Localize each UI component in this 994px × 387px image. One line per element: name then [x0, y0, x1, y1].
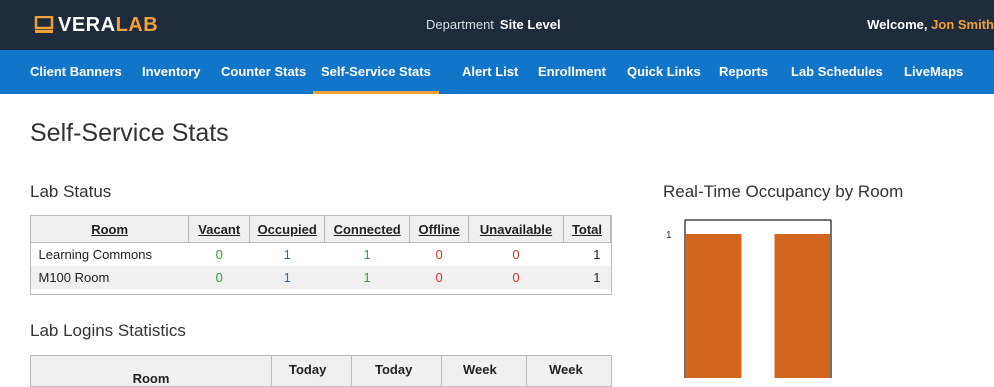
column-today-2[interactable]: Today	[375, 362, 412, 377]
column-occupied[interactable]: Occupied	[249, 215, 326, 243]
table-header-row: Room Vacant Occupied Connected Offline U…	[29, 215, 612, 243]
cell-unavailable: 0	[468, 242, 564, 266]
table-row: M100 Room 0 1 1 0 0 1	[30, 266, 611, 289]
cell-offline: 0	[409, 266, 469, 289]
occupancy-bar[interactable]	[774, 234, 830, 378]
cell-occupied: 1	[249, 266, 325, 289]
nav-reports[interactable]: Reports	[719, 50, 768, 94]
nav-quick-links[interactable]: Quick Links	[627, 50, 701, 94]
welcome-message: Welcome, Jon Smith	[867, 17, 994, 32]
lab-logins-title: Lab Logins Statistics	[30, 321, 186, 340]
nav-lab-schedules[interactable]: Lab Schedules	[791, 50, 883, 94]
veralab-logo[interactable]: VERALAB	[34, 13, 158, 37]
user-name-link[interactable]: Jon Smith	[931, 17, 994, 32]
welcome-label: Welcome,	[867, 17, 928, 32]
nav-self-service-stats[interactable]: Self-Service Stats	[313, 50, 439, 94]
cell-connected: 1	[324, 242, 410, 266]
column-week[interactable]: Week	[463, 362, 497, 377]
department-value: Site Level	[499, 17, 561, 32]
column-divider	[526, 356, 527, 386]
main-nav: Client Banners Inventory Counter Stats S…	[0, 50, 994, 94]
nav-client-banners[interactable]: Client Banners	[30, 50, 122, 94]
table-row: Learning Commons 0 1 1 0 0 1	[30, 242, 611, 266]
cell-unavailable: 0	[468, 266, 564, 289]
monitor-icon	[34, 15, 54, 34]
cell-vacant: 0	[188, 242, 250, 266]
top-bar: VERALAB Department Site Level Welcome, Jo…	[0, 0, 994, 50]
lab-status-table: Room Vacant Occupied Connected Offline U…	[29, 215, 612, 289]
occupancy-chart: 1	[666, 219, 832, 378]
column-week-2[interactable]: Week	[549, 362, 583, 377]
cell-vacant: 0	[188, 266, 250, 289]
occupancy-bar[interactable]	[686, 234, 742, 378]
nav-livemaps[interactable]: LiveMaps	[904, 50, 963, 94]
cell-occupied: 1	[249, 242, 325, 266]
column-room[interactable]: Room	[29, 215, 190, 243]
y-tick-label: 1	[666, 230, 672, 241]
cell-room: Learning Commons	[30, 242, 189, 266]
occupancy-chart-title: Real-Time Occupancy by Room	[663, 182, 904, 201]
department-label: Department	[426, 17, 494, 32]
column-total[interactable]: Total	[562, 215, 612, 243]
column-offline[interactable]: Offline	[409, 215, 470, 243]
cell-room: M100 Room	[30, 266, 189, 289]
nav-alert-list[interactable]: Alert List	[462, 50, 518, 94]
column-today[interactable]: Today	[289, 362, 326, 377]
nav-counter-stats[interactable]: Counter Stats	[221, 50, 306, 94]
column-divider	[271, 356, 272, 386]
cell-connected: 1	[324, 266, 410, 289]
page-title: Self-Service Stats	[30, 119, 229, 147]
column-unavailable[interactable]: Unavailable	[468, 215, 564, 243]
lab-status-title: Lab Status	[30, 182, 112, 201]
nav-inventory[interactable]: Inventory	[142, 50, 201, 94]
column-divider	[441, 356, 442, 386]
column-vacant[interactable]: Vacant	[188, 215, 251, 243]
nav-enrollment[interactable]: Enrollment	[538, 50, 606, 94]
department-indicator[interactable]: Department Site Level	[426, 17, 561, 32]
cell-offline: 0	[409, 242, 469, 266]
cell-total: 1	[563, 266, 611, 289]
lab-logins-table-header: Room Today Today Week Week	[30, 355, 612, 387]
column-divider	[351, 356, 352, 386]
column-room[interactable]: Room	[31, 371, 271, 386]
column-connected[interactable]: Connected	[324, 215, 411, 243]
logo-text: VERALAB	[58, 13, 159, 36]
cell-total: 1	[563, 242, 611, 266]
